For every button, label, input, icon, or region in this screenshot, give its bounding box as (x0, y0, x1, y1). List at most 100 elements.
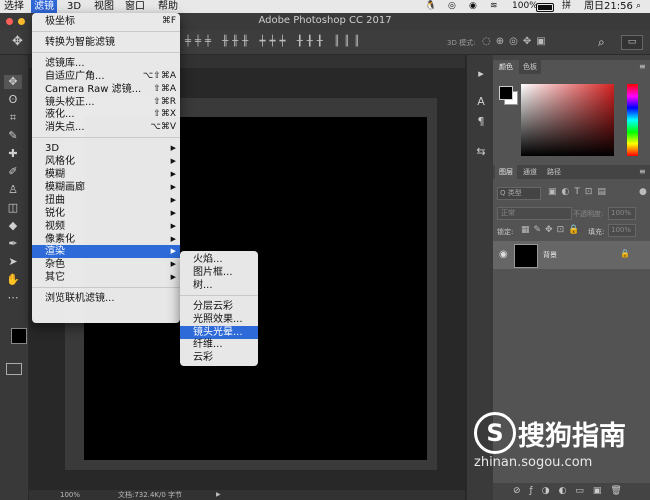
panel-menu-icon[interactable]: ≡ (639, 167, 646, 176)
filter-menu-item[interactable]: 杂色 ▶ (32, 258, 180, 271)
adjustments-icon[interactable]: ⇆ (472, 145, 490, 159)
more-tools-icon[interactable]: ⋯ (4, 291, 22, 305)
render-menu-item-label: 镜头光晕... (193, 326, 243, 338)
render-menu-item[interactable]: 图片框... (180, 266, 258, 279)
gradient-tool-icon[interactable]: ◆ (4, 219, 22, 233)
qq-icon[interactable]: 🐧 (425, 0, 436, 13)
dashboard-icon[interactable]: ◎ (448, 0, 456, 13)
foreground-color-swatch[interactable] (499, 86, 513, 100)
hand-tool-icon[interactable]: ✋ (4, 273, 22, 287)
render-menu-item[interactable]: 分层云彩 (180, 300, 258, 313)
brush-tool-icon[interactable]: ✐ (4, 165, 22, 179)
filter-menu-item[interactable]: 滤镜库... (32, 57, 180, 70)
blend-mode-select[interactable]: 正常 (497, 207, 572, 220)
tab-channels[interactable]: 通道 (519, 165, 541, 179)
filter-menu-item[interactable]: 扭曲 ▶ (32, 194, 180, 207)
menu-view[interactable]: 视图 (94, 0, 114, 13)
wifi-icon[interactable]: ≋ (490, 0, 498, 13)
tab-swatches[interactable]: 色板 (519, 60, 541, 74)
filter-menu-item[interactable]: 锐化 ▶ (32, 207, 180, 220)
filter-menu-item[interactable]: 极坐标 ⌘F (32, 15, 180, 28)
history-icon[interactable]: ▸ (472, 67, 490, 81)
layer-kind-filter[interactable]: Q 类型 (497, 187, 541, 200)
crop-tool-icon[interactable]: ⌗ (4, 111, 22, 125)
zoom-level[interactable]: 100% (60, 490, 80, 500)
filter-menu-item[interactable]: 转换为智能滤镜 (32, 36, 180, 49)
layer-name[interactable]: 背景 (543, 250, 557, 260)
align-icons[interactable]: ╪╪╪ ╫╫╫ ┿┿┿ ╂╂╂ ║║║ (185, 36, 364, 47)
doc-info: 文档:732.4K/0 字节 (118, 491, 183, 499)
filter-menu-item[interactable]: 渲染 ▶ (32, 245, 180, 259)
render-menu-item[interactable]: 云彩 (180, 351, 258, 364)
filter-menu-item-label: 消失点... (45, 122, 85, 134)
layer-filter-icons[interactable]: ▣◐T⊡▤ (548, 187, 611, 197)
filter-menu-item[interactable]: 液化... ⇧⌘X (32, 108, 180, 121)
filter-menu-item-label: 液化... (45, 109, 75, 121)
pen-tool-icon[interactable]: ✒ (4, 237, 22, 251)
render-menu-item[interactable]: 光照效果... (180, 313, 258, 326)
filter-menu-item[interactable]: 风格化 ▶ (32, 155, 180, 168)
panel-menu-icon[interactable]: ≡ (639, 62, 646, 71)
filter-menu-item[interactable]: 自适应广角... ⌥⇧⌘A (32, 70, 180, 83)
foreground-color-swatch[interactable] (11, 328, 27, 344)
filter-menu-item[interactable]: 浏览联机滤镜... (32, 292, 180, 305)
healing-tool-icon[interactable]: ✚ (4, 147, 22, 161)
filter-menu-item[interactable]: 模糊 ▶ (32, 168, 180, 181)
menu-3d[interactable]: 3D (67, 0, 81, 13)
paragraph-icon[interactable]: ¶ (472, 115, 490, 129)
submenu-arrow-icon: ▶ (170, 182, 176, 191)
hue-slider[interactable] (627, 84, 638, 156)
menu-help[interactable]: 帮助 (158, 0, 178, 13)
quick-mask-icon[interactable] (6, 363, 22, 375)
move-tool-icon[interactable]: ✥ (4, 75, 22, 89)
input-method-icon[interactable]: 拼 (562, 0, 571, 13)
filter-menu-item[interactable]: 消失点... ⌥⌘V (32, 121, 180, 134)
filter-menu-item-label: 极坐标 (45, 16, 75, 27)
search-icon[interactable]: ⌕ (598, 35, 605, 50)
fill-field[interactable]: 100% (608, 224, 636, 237)
filter-menu-item[interactable]: 像素化 ▶ (32, 233, 180, 246)
lock-icons[interactable]: ▦✎✥⊡🔒 (521, 225, 583, 235)
filter-toggle-icon[interactable]: ● (639, 187, 647, 197)
menu-separator (32, 51, 180, 53)
move-tool-icon[interactable]: ✥ (12, 34, 23, 49)
color-picker-field[interactable] (521, 84, 614, 156)
filter-menu-item[interactable]: 模糊画廊 ▶ (32, 181, 180, 194)
submenu-arrow-icon: ▶ (170, 144, 176, 153)
render-menu-item[interactable]: 镜头光晕... (180, 325, 258, 339)
eye-icon[interactable]: ◉ (469, 0, 477, 13)
filter-menu-item-label: 杂色 (45, 259, 65, 271)
tab-paths[interactable]: 路径 (543, 165, 565, 179)
filter-menu-item[interactable]: 3D ▶ (32, 142, 180, 155)
eraser-tool-icon[interactable]: ◫ (4, 201, 22, 215)
filter-menu-item[interactable]: 其它 ▶ (32, 271, 180, 284)
layers-footer-icons[interactable]: ⊘ƒ◑◐▭▣🗑 (513, 486, 631, 496)
tab-color[interactable]: 颜色 (495, 60, 517, 74)
stamp-tool-icon[interactable]: ♙ (4, 183, 22, 197)
path-select-icon[interactable]: ➤ (4, 255, 22, 269)
menu-filter[interactable]: 滤镜 (31, 0, 57, 13)
filter-menu-item[interactable]: 镜头校正... ⇧⌘R (32, 96, 180, 109)
spotlight-icon[interactable]: ⌕ (636, 0, 641, 13)
battery-icon[interactable] (536, 3, 554, 12)
visibility-eye-icon[interactable]: ◉ (499, 249, 508, 260)
doc-info-arrow-icon[interactable]: ▶ (216, 490, 221, 500)
render-menu-item[interactable]: 火焰... (180, 253, 258, 266)
eyedropper-tool-icon[interactable]: ✎ (4, 129, 22, 143)
submenu-arrow-icon: ▶ (170, 157, 176, 166)
tab-layers[interactable]: 图层 (495, 165, 517, 179)
workspace-icon[interactable]: ▭ (621, 35, 643, 50)
render-menu-item[interactable]: 树... (180, 279, 258, 292)
clock[interactable]: 周日21:56 (584, 0, 633, 13)
opacity-field[interactable]: 100% (608, 207, 636, 220)
menu-select[interactable]: 选择 (4, 0, 24, 13)
filter-menu-item[interactable]: Camera Raw 滤镜... ⇧⌘A (32, 83, 180, 96)
character-icon[interactable]: A (472, 95, 490, 109)
lasso-tool-icon[interactable]: ʘ (4, 93, 22, 107)
menu-window[interactable]: 窗口 (125, 0, 145, 13)
filter-menu-item[interactable]: 视频 ▶ (32, 220, 180, 233)
shortcut-hint: ⇧⌘A (153, 83, 176, 94)
render-menu-item[interactable]: 纤维... (180, 338, 258, 351)
layer-row[interactable]: ◉ 背景 🔒 (493, 241, 650, 269)
3d-mode-icons[interactable]: ◌⊕◎✥▣ (482, 36, 551, 47)
